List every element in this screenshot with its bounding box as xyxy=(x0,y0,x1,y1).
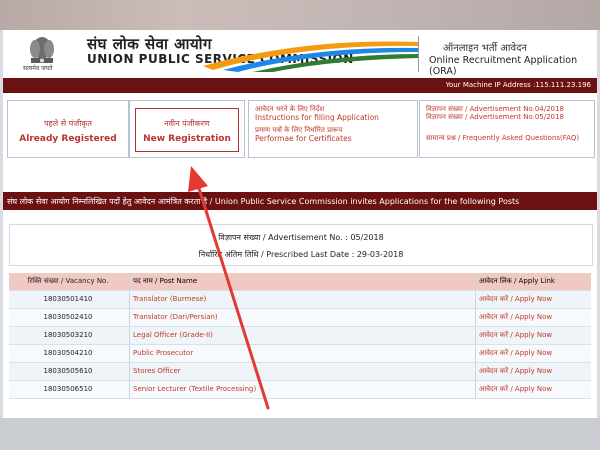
instructions-links-box: आवेदन भरने के लिए निर्देश Instructions f… xyxy=(248,100,418,158)
new-registration-hindi: नवीन पंजीकरण xyxy=(164,119,210,128)
column-divider xyxy=(129,363,130,380)
ip-address-text: Your Machine IP Address :115.111.23.196 xyxy=(445,81,591,89)
announcement-text: संघ लोक सेवा आयोग निम्नलिखित पदों हेतु आ… xyxy=(7,197,520,206)
apply-now-link[interactable]: आवेदन करें / Apply Now xyxy=(479,367,589,376)
post-name-link[interactable]: Legal Officer (Grade-II) xyxy=(133,331,473,339)
table-row: 18030504210 Public Prosecutor आवेदन करें… xyxy=(9,345,591,363)
table-row: 18030502410 Translator (Dari/Persian) आव… xyxy=(9,309,591,327)
apply-now-link[interactable]: आवेदन करें / Apply Now xyxy=(479,385,589,394)
vacancy-number: 18030501410 xyxy=(43,295,93,303)
vacancy-number: 18030503210 xyxy=(43,331,93,339)
vacancy-number: 18030506510 xyxy=(43,385,93,393)
advertisement-number: विज्ञापन संख्या / Advertisement No. : 05… xyxy=(218,233,384,242)
header-vacancy-no: रिक्ति संख्या / Vacancy No. xyxy=(27,277,109,285)
apply-now-link[interactable]: आवेदन करें / Apply Now xyxy=(479,349,589,358)
column-divider xyxy=(129,381,130,398)
vacancy-number: 18030504210 xyxy=(43,349,93,357)
table-row: 18030506510 Senior Lecturer (Textile Pro… xyxy=(9,381,591,399)
ip-address-bar: Your Machine IP Address :115.111.23.196 xyxy=(3,78,597,93)
apply-now-link[interactable]: आवेदन करें / Apply Now xyxy=(479,331,589,340)
emblem-motto: सत्यमेव जयते xyxy=(23,65,53,72)
column-divider xyxy=(475,363,476,380)
table-row: 18030501410 Translator (Burmese) आवेदन क… xyxy=(9,291,591,309)
column-divider xyxy=(129,327,130,344)
post-name-link[interactable]: Translator (Dari/Persian) xyxy=(133,313,473,321)
column-divider xyxy=(475,291,476,308)
post-name-link[interactable]: Translator (Burmese) xyxy=(133,295,473,303)
column-divider xyxy=(475,273,476,290)
post-name-link[interactable]: Public Prosecutor xyxy=(133,349,473,357)
column-divider xyxy=(129,291,130,308)
table-row: 18030503210 Legal Officer (Grade-II) आवे… xyxy=(9,327,591,345)
header-apply-link: आवेदन लिंक / Apply Link xyxy=(479,277,555,285)
already-registered-button[interactable]: पहले से पंजीकृत Already Registered xyxy=(7,100,129,158)
tricolor-swoosh-graphic xyxy=(203,41,418,72)
table-row: 18030505610 Stores Officer आवेदन करें / … xyxy=(9,363,591,381)
column-divider xyxy=(475,309,476,326)
column-divider xyxy=(129,309,130,326)
faq-link[interactable]: सामान्य प्रश्न / Frequently Asked Questi… xyxy=(426,134,579,143)
registration-section: पहले से पंजीकृत Already Registered नवीन … xyxy=(3,96,597,160)
post-name-link[interactable]: Senior Lecturer (Textile Processing) xyxy=(133,385,473,393)
vacancy-number: 18030505610 xyxy=(43,367,93,375)
blurred-bottom-background xyxy=(0,418,600,450)
new-registration-button[interactable]: नवीन पंजीकरण New Registration xyxy=(129,100,245,158)
advertisement-05-link[interactable]: विज्ञापन संख्या / Advertisement No.05/20… xyxy=(426,113,564,122)
blurred-top-background xyxy=(0,0,600,30)
column-divider xyxy=(475,381,476,398)
header-post-name: पद नाम / Post Name xyxy=(133,277,198,285)
ora-title-hindi: ऑनलाइन भर्ती आवेदन xyxy=(443,43,527,54)
ora-title-english: Online Recruitment Application (ORA) xyxy=(429,55,578,77)
column-divider xyxy=(475,345,476,362)
upsc-ora-page: सत्यमेव जयते संघ लोक सेवा आयोग UNION PUB… xyxy=(3,30,597,418)
advertisement-links-box: विज्ञापन संख्या / Advertisement No.04/20… xyxy=(419,100,595,158)
new-registration-label: New Registration xyxy=(143,134,231,144)
advertisement-info-box: विज्ञापन संख्या / Advertisement No. : 05… xyxy=(9,224,593,266)
apply-now-link[interactable]: आवेदन करें / Apply Now xyxy=(479,295,589,304)
site-header: सत्यमेव जयते संघ लोक सेवा आयोग UNION PUB… xyxy=(3,30,597,77)
column-divider xyxy=(129,273,130,290)
column-divider xyxy=(129,345,130,362)
prescribed-last-date: निर्धारित अंतिम तिथि / Prescribed Last D… xyxy=(198,250,404,259)
table-header-row: रिक्ति संख्या / Vacancy No. पद नाम / Pos… xyxy=(9,273,591,291)
vacancy-number: 18030502410 xyxy=(43,313,93,321)
certificates-link[interactable]: Performae for Certificates xyxy=(255,134,352,143)
new-registration-highlight xyxy=(135,108,239,152)
apply-now-link[interactable]: आवेदन करें / Apply Now xyxy=(479,313,589,322)
column-divider xyxy=(475,327,476,344)
post-name-link[interactable]: Stores Officer xyxy=(133,367,473,375)
already-registered-hindi: पहले से पंजीकृत xyxy=(44,119,92,128)
already-registered-label: Already Registered xyxy=(19,134,117,144)
instructions-link[interactable]: Instructions for filling Application xyxy=(255,113,379,122)
announcement-bar: संघ लोक सेवा आयोग निम्नलिखित पदों हेतु आ… xyxy=(3,192,597,210)
